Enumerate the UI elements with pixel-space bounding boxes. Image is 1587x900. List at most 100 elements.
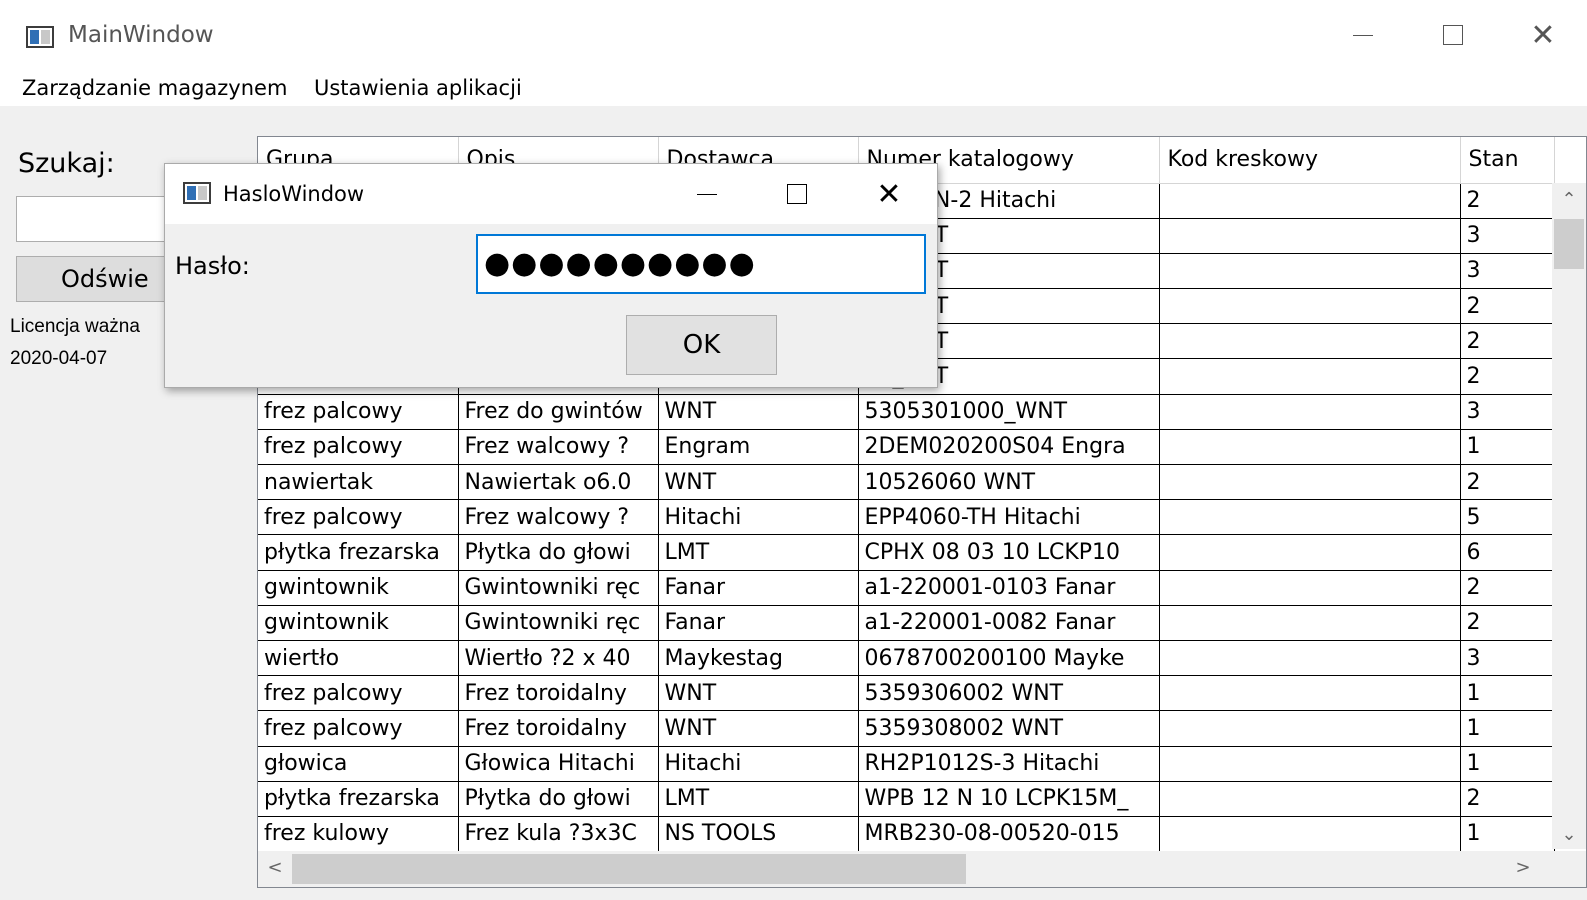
table-row[interactable]: głowica Głowica Hitachi Hitachi RH2P1012S-3… [258,746,1555,782]
table-row[interactable]: frez palcowy Frez toroidalny WNT 5359308002… [258,710,1555,747]
scroll-left-icon[interactable]: < [258,857,292,878]
cell-group[interactable]: nawiertak [258,464,459,501]
table-row[interactable]: frez palcowy Frez toroidalny WNT 5359306002… [258,675,1555,712]
scroll-down-icon[interactable]: ⌄ [1552,824,1586,845]
cell-supplier[interactable]: NS TOOLS [658,816,859,853]
cell-supplier[interactable]: Hitachi [658,499,859,536]
menu-item-settings[interactable]: Ustawienia aplikacji [314,76,522,100]
cell-group[interactable]: wiertło [258,640,459,677]
cell-barcode[interactable] [1159,640,1461,677]
cell-group[interactable]: frez kulowy [258,816,459,853]
cell-catalog-number[interactable]: 5359308002 WNT [858,710,1160,747]
cell-description[interactable]: Wiertło ?2 x 40 [458,640,659,677]
dialog-close-button[interactable]: ✕ [843,164,935,224]
cell-stock[interactable]: 3 [1460,640,1555,677]
cell-supplier[interactable]: WNT [658,464,859,501]
cell-description[interactable]: Głowica Hitachi [458,746,659,782]
cell-supplier[interactable]: LMT [658,781,859,817]
table-row[interactable]: frez palcowy Frez walcowy ? Hitachi EPP4060… [258,499,1555,536]
cell-catalog-number[interactable]: RH2P1012S-3 Hitachi [858,746,1160,782]
cell-stock[interactable]: 2 [1460,323,1555,360]
cell-catalog-number[interactable]: a1-220001-0082 Fanar [858,605,1160,641]
cell-barcode[interactable] [1159,288,1461,325]
cell-stock[interactable]: 2 [1460,570,1555,606]
table-row[interactable]: płytka frezarska Płytka do głowi LMT WPB 12… [258,781,1555,817]
cell-barcode[interactable] [1159,464,1461,501]
cell-description[interactable]: Gwintowniki ręc [458,570,659,606]
cell-group[interactable]: płytka frezarska [258,781,459,817]
table-row[interactable]: płytka frezarska Płytka do głowi LMT CPHX 0… [258,534,1555,571]
cell-stock[interactable]: 5 [1460,499,1555,536]
cell-catalog-number[interactable]: 2DEM020200S04 Engra [858,429,1160,466]
cell-barcode[interactable] [1159,183,1461,219]
table-row[interactable]: frez kulowy Frez kula ?3x3C NS TOOLS MRB230… [258,816,1555,853]
cell-catalog-number[interactable]: 5305301000_WNT [858,394,1160,430]
column-header-stock[interactable]: Stan [1460,137,1555,184]
cell-catalog-number[interactable]: MRB230-08-00520-015 [858,816,1160,853]
table-row[interactable]: gwintownik Gwintowniki ręc Fanar a1-220001-… [258,570,1555,606]
cell-group[interactable]: frez palcowy [258,499,459,536]
cell-barcode[interactable] [1159,429,1461,466]
cell-group[interactable]: frez palcowy [258,710,459,747]
cell-description[interactable]: Frez kula ?3x3C [458,816,659,853]
cell-stock[interactable]: 3 [1460,253,1555,290]
cell-barcode[interactable] [1159,358,1461,395]
cell-supplier[interactable]: WNT [658,675,859,712]
search-input[interactable] [16,196,166,242]
cell-group[interactable]: gwintownik [258,605,459,641]
table-row[interactable]: frez palcowy Frez walcowy ? Engram 2DEM0202… [258,429,1555,466]
cell-barcode[interactable] [1159,323,1461,360]
cell-description[interactable]: Nawiertak o6.0 [458,464,659,501]
cell-group[interactable]: frez palcowy [258,675,459,712]
menu-item-warehouse[interactable]: Zarządzanie magazynem [22,76,287,100]
cell-barcode[interactable] [1159,816,1461,853]
cell-barcode[interactable] [1159,218,1461,254]
cell-catalog-number[interactable]: 0678700200100 Mayke [858,640,1160,677]
cell-stock[interactable]: 2 [1460,288,1555,325]
cell-stock[interactable]: 3 [1460,218,1555,254]
cell-stock[interactable]: 1 [1460,429,1555,466]
cell-stock[interactable]: 3 [1460,394,1555,430]
cell-barcode[interactable] [1159,253,1461,290]
close-button[interactable]: ✕ [1498,0,1587,70]
cell-group[interactable]: gwintownik [258,570,459,606]
cell-stock[interactable]: 2 [1460,358,1555,395]
cell-supplier[interactable]: WNT [658,394,859,430]
cell-barcode[interactable] [1159,570,1461,606]
maximize-button[interactable] [1408,0,1498,70]
cell-description[interactable]: Frez walcowy ? [458,499,659,536]
cell-barcode[interactable] [1159,781,1461,817]
cell-stock[interactable]: 2 [1460,464,1555,501]
cell-stock[interactable]: 1 [1460,746,1555,782]
cell-stock[interactable]: 1 [1460,710,1555,747]
cell-supplier[interactable]: Engram [658,429,859,466]
horizontal-scrollbar[interactable]: < > [258,851,1586,887]
cell-catalog-number[interactable]: 5359306002 WNT [858,675,1160,712]
dialog-maximize-button[interactable] [751,164,843,224]
ok-button[interactable]: OK [626,315,777,375]
cell-supplier[interactable]: LMT [658,534,859,571]
cell-group[interactable]: frez palcowy [258,394,459,430]
cell-description[interactable]: Frez do gwintów [458,394,659,430]
cell-supplier[interactable]: WNT [658,710,859,747]
cell-description[interactable]: Frez walcowy ? [458,429,659,466]
vertical-scrollbar[interactable]: ⌃ ⌄ [1552,183,1586,849]
cell-barcode[interactable] [1159,710,1461,747]
cell-barcode[interactable] [1159,534,1461,571]
cell-catalog-number[interactable]: 10526060 WNT [858,464,1160,501]
cell-group[interactable]: frez palcowy [258,429,459,466]
cell-description[interactable]: Frez toroidalny [458,710,659,747]
scroll-up-icon[interactable]: ⌃ [1552,189,1586,210]
refresh-button[interactable]: Odświe [16,256,166,302]
dialog-minimize-button[interactable] [661,164,753,224]
table-row[interactable]: gwintownik Gwintowniki ręc Fanar a1-220001-… [258,605,1555,641]
cell-stock[interactable]: 2 [1460,781,1555,817]
cell-supplier[interactable]: Fanar [658,570,859,606]
cell-supplier[interactable]: Hitachi [658,746,859,782]
cell-supplier[interactable]: Maykestag [658,640,859,677]
password-input[interactable]: ●●●●●●●●●● [476,234,926,294]
cell-catalog-number[interactable]: a1-220001-0103 Fanar [858,570,1160,606]
cell-catalog-number[interactable]: CPHX 08 03 10 LCKP10 [858,534,1160,571]
cell-supplier[interactable]: Fanar [658,605,859,641]
vertical-scroll-thumb[interactable] [1554,219,1584,269]
